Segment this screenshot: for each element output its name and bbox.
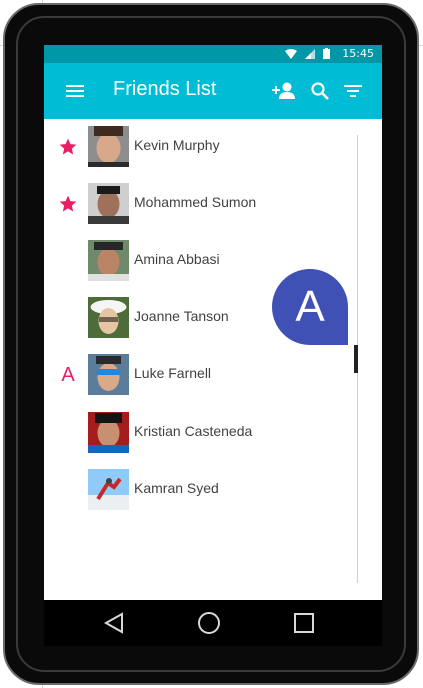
filter-icon: [344, 85, 362, 97]
signal-icon: [305, 48, 316, 59]
list-item[interactable]: Kamran Syed: [44, 462, 354, 518]
avatar: [88, 354, 129, 395]
list-item[interactable]: A Luke Farnell: [44, 347, 354, 403]
avatar: [88, 240, 129, 281]
friend-name: Amina Abbasi: [134, 251, 220, 267]
add-person-icon: [272, 82, 295, 99]
menu-icon[interactable]: [62, 79, 88, 103]
avatar: [88, 469, 129, 510]
avatar: [88, 183, 129, 224]
list-item[interactable]: Mohammed Sumon: [44, 176, 354, 232]
friend-name: Kevin Murphy: [134, 137, 220, 153]
section-letter-text: A: [61, 363, 75, 386]
favorite-star-icon: [58, 192, 78, 216]
friend-name: Joanne Tanson: [134, 308, 229, 324]
section-letter: A: [58, 363, 78, 387]
search-icon: [311, 82, 329, 100]
back-button[interactable]: [101, 610, 127, 636]
avatar: [88, 126, 129, 167]
app-bar: Friends List: [44, 63, 382, 119]
favorite-star-icon: [58, 135, 78, 159]
home-button[interactable]: [196, 610, 222, 636]
search-button[interactable]: [306, 77, 334, 105]
scrollbar-thumb[interactable]: [354, 345, 358, 373]
status-time: 15:45: [342, 47, 374, 60]
phone-screen: 15:45 Friends List Kevin Murphy Mohammed…: [44, 45, 382, 600]
navigation-bar: [44, 600, 382, 646]
fast-scroll-letter-bubble: A: [272, 269, 348, 345]
status-bar: 15:45: [44, 45, 382, 63]
filter-button[interactable]: [339, 77, 367, 105]
avatar: [88, 297, 129, 338]
friend-name: Mohammed Sumon: [134, 194, 257, 210]
back-icon: [103, 612, 123, 634]
page-title: Friends List: [113, 78, 217, 100]
battery-icon: [323, 48, 331, 59]
list-item[interactable]: Kristian Casteneda: [44, 405, 354, 461]
friend-name: Luke Farnell: [134, 365, 212, 381]
list-item[interactable]: Kevin Murphy: [44, 119, 354, 175]
recent-apps-icon: [294, 613, 314, 633]
friend-name: Kamran Syed: [134, 480, 219, 496]
friends-list: Kevin Murphy Mohammed Sumon Amina Abbasi…: [44, 119, 382, 600]
wifi-icon: [285, 48, 298, 59]
avatar: [88, 412, 129, 453]
friend-name: Kristian Casteneda: [134, 423, 253, 439]
home-icon: [198, 612, 220, 634]
fast-scroll-letter: A: [295, 282, 325, 331]
recent-apps-button[interactable]: [291, 610, 317, 636]
add-person-button[interactable]: [270, 77, 298, 105]
